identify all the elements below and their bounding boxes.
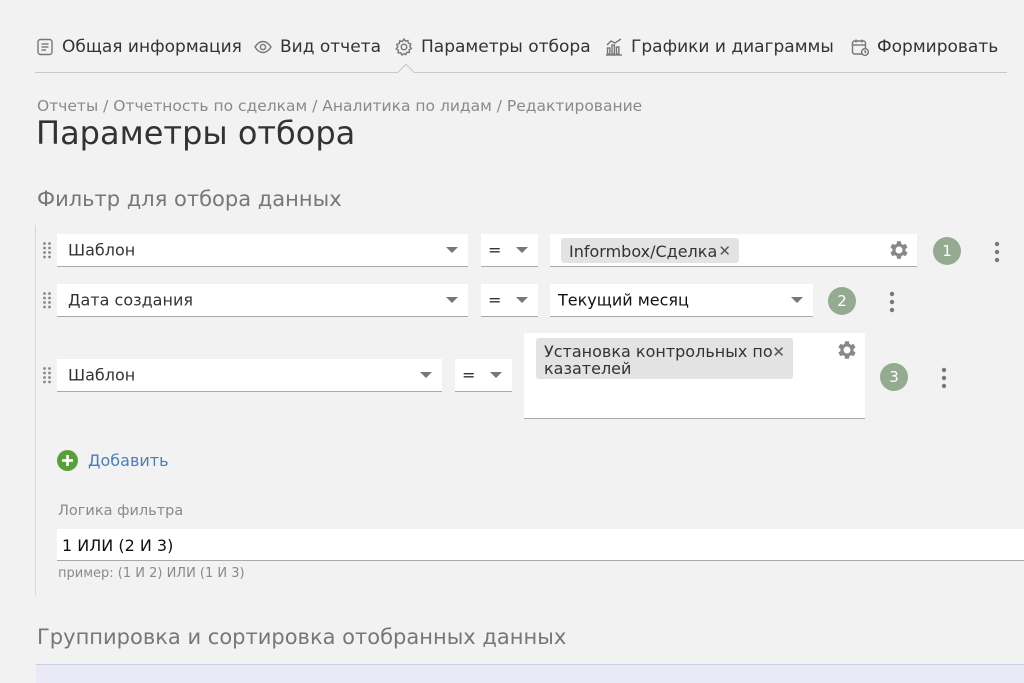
tab-label: Формировать xyxy=(877,37,999,57)
filter-operator-select[interactable]: = xyxy=(455,359,512,392)
settings-gear-icon[interactable] xyxy=(887,238,911,262)
filter-number-badge: 3 xyxy=(880,363,908,391)
tab-general-info[interactable]: Общая информация xyxy=(35,34,242,60)
filter-operator-value: = xyxy=(488,290,502,310)
chevron-down-icon xyxy=(490,372,502,378)
filter-operator-value: = xyxy=(462,365,476,385)
chart-icon xyxy=(606,38,622,56)
more-options-icon[interactable] xyxy=(994,241,1000,263)
filter-field-value: Дата создания xyxy=(68,290,193,310)
filter-number-badge: 2 xyxy=(828,287,856,315)
eye-icon xyxy=(254,40,272,54)
filter-operator-select[interactable]: = xyxy=(481,284,538,317)
grouping-panel xyxy=(36,664,1024,683)
value-chip: Установка контрольных по казателей ✕ xyxy=(536,338,793,379)
filter-logic-label: Логика фильтра xyxy=(58,503,184,519)
filter-operator-select[interactable]: = xyxy=(481,234,538,267)
report-tabs: Общая информация Вид отчета Параметры от… xyxy=(35,30,1007,81)
chip-label: Informbox/Сделка xyxy=(569,242,718,261)
calendar-icon xyxy=(851,39,870,57)
tab-label: Параметры отбора xyxy=(421,37,591,57)
filter-field-select[interactable]: Дата создания xyxy=(57,284,468,317)
grouping-section-title: Группировка и сортировка отобранных данн… xyxy=(37,625,567,649)
breadcrumb[interactable]: Отчеты / Отчетность по сделкам / Аналити… xyxy=(37,97,642,115)
filter-logic-value: 1 ИЛИ (2 И 3) xyxy=(62,536,174,555)
filter-value-tags[interactable]: Informbox/Сделка ✕ xyxy=(550,234,917,267)
drag-handle-icon[interactable] xyxy=(42,241,52,259)
chevron-down-icon xyxy=(420,372,432,378)
value-chip: Informbox/Сделка ✕ xyxy=(561,238,739,263)
filter-section-title: Фильтр для отбора данных xyxy=(37,187,342,211)
settings-gear-icon[interactable] xyxy=(835,338,859,362)
filter-operator-value: = xyxy=(488,240,502,260)
add-filter-label: Добавить xyxy=(88,451,169,470)
filter-field-select[interactable]: Шаблон xyxy=(57,234,468,267)
chip-remove-icon[interactable]: ✕ xyxy=(718,242,731,260)
add-filter-button[interactable]: Добавить xyxy=(57,450,169,471)
chevron-down-icon xyxy=(446,247,458,253)
drag-handle-icon[interactable] xyxy=(42,291,52,309)
chevron-down-icon xyxy=(516,247,528,253)
plus-circle-icon xyxy=(57,450,78,471)
tab-label: Общая информация xyxy=(62,37,242,57)
document-icon xyxy=(37,38,53,56)
active-tab-indicator xyxy=(397,63,415,81)
drag-handle-icon[interactable] xyxy=(42,366,52,384)
tab-label: Вид отчета xyxy=(280,37,381,57)
filter-logic-hint: пример: (1 И 2) ИЛИ (1 И 3) xyxy=(58,566,245,581)
tab-filter-params[interactable]: Параметры отбора xyxy=(394,34,591,60)
tab-label: Графики и диаграммы xyxy=(631,37,834,57)
more-options-icon[interactable] xyxy=(941,367,947,389)
filter-number-badge: 1 xyxy=(933,237,961,265)
chip-label: Установка контрольных по казателей xyxy=(544,343,773,377)
filter-field-value: Шаблон xyxy=(68,365,136,385)
chip-label-line-2: казателей xyxy=(544,359,632,378)
tab-generate[interactable]: Формировать xyxy=(850,34,998,60)
gear-icon xyxy=(395,37,413,57)
filter-field-value: Шаблон xyxy=(68,240,136,260)
tab-report-view[interactable]: Вид отчета xyxy=(253,34,381,60)
chip-remove-icon[interactable]: ✕ xyxy=(772,343,785,361)
filter-value-select[interactable]: Текущий месяц xyxy=(550,284,813,317)
filter-value-tags[interactable]: Установка контрольных по казателей ✕ xyxy=(524,333,865,419)
filter-value-text: Текущий месяц xyxy=(558,290,689,310)
page-title: Параметры отбора xyxy=(36,114,356,152)
filter-field-select[interactable]: Шаблон xyxy=(57,359,442,392)
chevron-down-icon xyxy=(791,297,803,303)
chevron-down-icon xyxy=(446,297,458,303)
more-options-icon[interactable] xyxy=(889,291,895,313)
chevron-down-icon xyxy=(516,297,528,303)
tab-charts[interactable]: Графики и диаграммы xyxy=(604,34,834,60)
filter-logic-input[interactable]: 1 ИЛИ (2 И 3) xyxy=(57,529,1024,561)
